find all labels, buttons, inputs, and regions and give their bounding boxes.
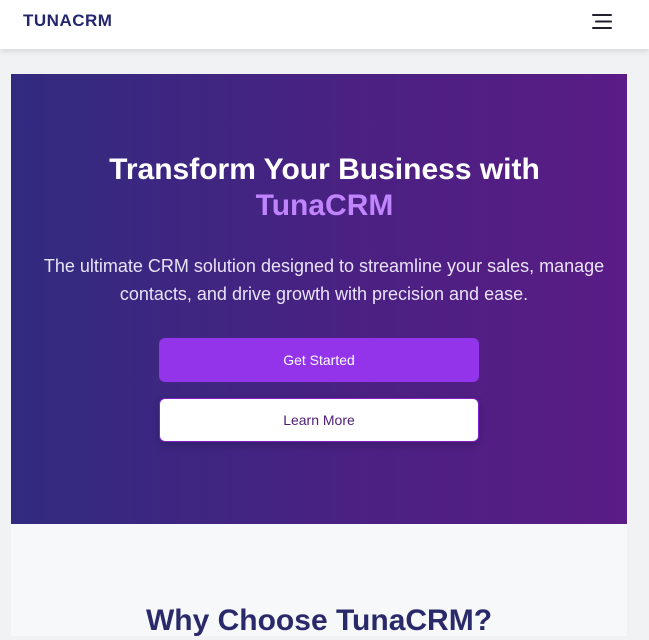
hamburger-menu-icon bbox=[592, 14, 612, 29]
hero-title-line: Transform Your Business with bbox=[109, 153, 540, 186]
get-started-button[interactable]: Get Started bbox=[159, 338, 479, 382]
top-navbar: TUNACRM bbox=[0, 0, 649, 49]
logo[interactable]: TUNACRM bbox=[23, 11, 112, 31]
hero-description: The ultimate CRM solution designed to st… bbox=[43, 256, 605, 304]
features-title: Why Choose TunaCRM? bbox=[145, 604, 493, 637]
hero-title: Transform Your Business with TunaCRM bbox=[0, 152, 649, 224]
hamburger-menu-button[interactable] bbox=[592, 13, 614, 31]
learn-more-button[interactable]: Learn More bbox=[159, 398, 479, 442]
hero-title-highlight: TunaCRM bbox=[255, 189, 394, 222]
